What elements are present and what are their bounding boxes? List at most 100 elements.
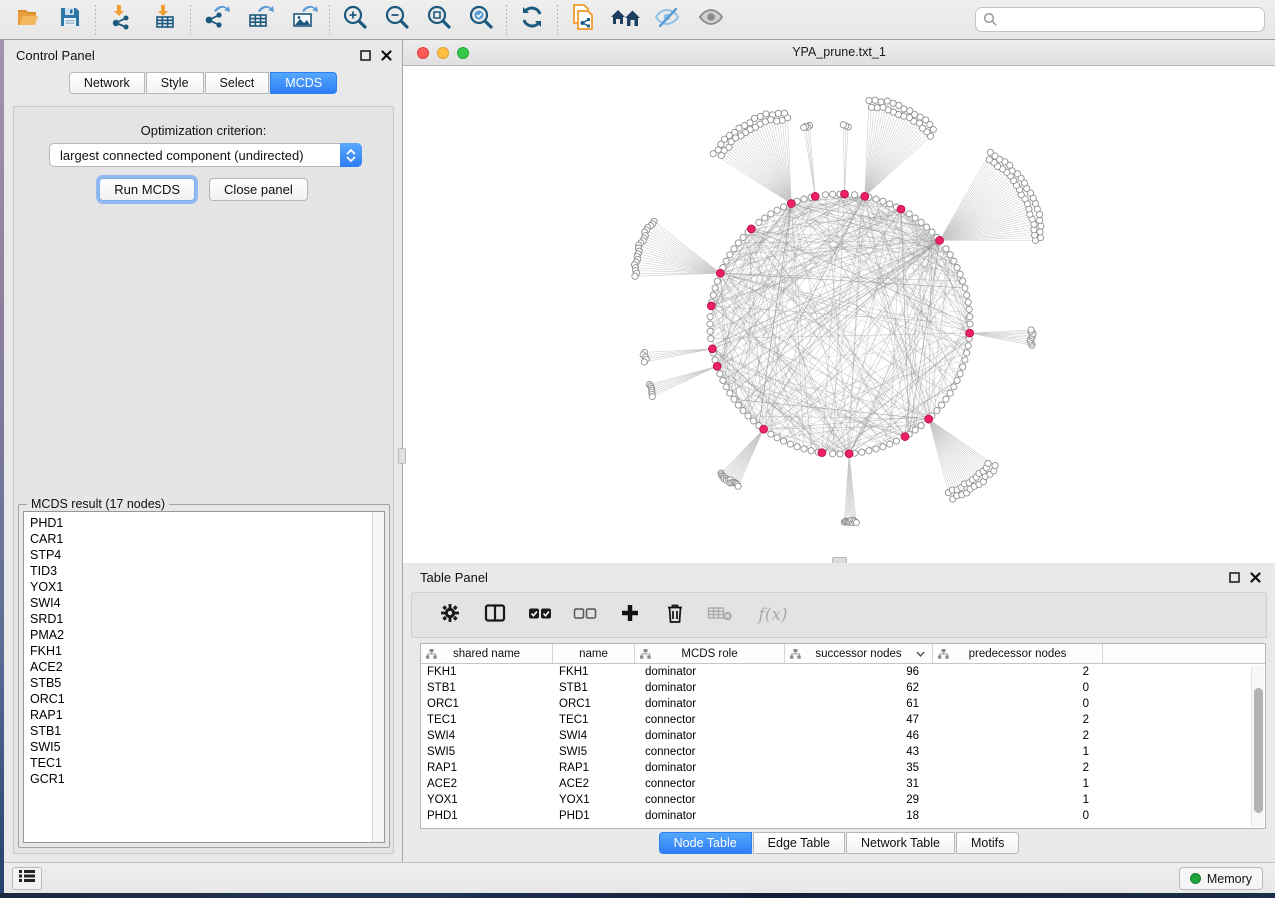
network-node[interactable]: [962, 285, 968, 291]
close-panel-button[interactable]: Close panel: [209, 178, 308, 201]
zoom-in-button[interactable]: [337, 3, 373, 37]
network-window-titlebar[interactable]: YPA_prune.txt_1: [403, 40, 1275, 66]
network-node[interactable]: [774, 207, 780, 213]
tab-network[interactable]: Network: [69, 72, 145, 94]
network-node[interactable]: [934, 408, 940, 414]
network-node[interactable]: [924, 224, 930, 230]
network-node[interactable]: [768, 211, 774, 217]
network-mcds-hub-node[interactable]: [861, 193, 869, 201]
table-row-STB1[interactable]: STB1STB1dominator620: [421, 680, 1265, 696]
network-node[interactable]: [735, 402, 741, 408]
table-scrollbar-thumb[interactable]: [1254, 688, 1263, 813]
table-row-TEC1[interactable]: TEC1TEC1connector472: [421, 712, 1265, 728]
show-columns-button[interactable]: [481, 598, 509, 632]
network-node[interactable]: [731, 396, 737, 402]
network-leaf-node[interactable]: [735, 483, 741, 489]
task-history-button[interactable]: [12, 867, 42, 890]
export-image-button[interactable]: [286, 3, 322, 37]
network-leaf-node[interactable]: [985, 460, 991, 466]
tab-mcds[interactable]: MCDS: [270, 72, 337, 94]
open-file-button[interactable]: [10, 3, 46, 37]
network-node[interactable]: [787, 441, 793, 447]
table-settings-button[interactable]: [436, 598, 464, 632]
network-node[interactable]: [880, 444, 886, 450]
add-column-button[interactable]: [616, 598, 644, 632]
network-node[interactable]: [906, 211, 912, 217]
network-mcds-hub-node[interactable]: [936, 237, 944, 245]
tab-edge-table[interactable]: Edge Table: [753, 832, 845, 854]
network-node[interactable]: [965, 299, 971, 305]
network-node[interactable]: [837, 451, 843, 457]
network-node[interactable]: [731, 246, 737, 252]
mcds-result-item[interactable]: SWI4: [30, 595, 384, 611]
network-node[interactable]: [720, 377, 726, 383]
network-node[interactable]: [710, 292, 716, 298]
network-node[interactable]: [866, 448, 872, 454]
network-node[interactable]: [714, 278, 720, 284]
tab-node-table[interactable]: Node Table: [659, 832, 752, 854]
network-node[interactable]: [893, 438, 899, 444]
network-node[interactable]: [951, 384, 957, 390]
network-mcds-hub-node[interactable]: [713, 362, 721, 370]
network-node[interactable]: [947, 390, 953, 396]
network-leaf-node[interactable]: [1028, 327, 1034, 333]
network-canvas[interactable]: [403, 66, 1275, 563]
network-node[interactable]: [960, 364, 966, 370]
refresh-layout-button[interactable]: [514, 3, 550, 37]
network-node[interactable]: [967, 321, 973, 327]
network-node[interactable]: [887, 201, 893, 207]
network-node[interactable]: [957, 371, 963, 377]
table-row-FKH1[interactable]: FKH1FKH1dominator962: [421, 664, 1265, 680]
memory-button[interactable]: Memory: [1179, 867, 1263, 890]
import-table-button[interactable]: [147, 3, 183, 37]
search-field[interactable]: [975, 7, 1265, 32]
clone-network-button[interactable]: [565, 3, 601, 37]
network-mcds-hub-node[interactable]: [811, 193, 819, 201]
mcds-result-item[interactable]: FKH1: [30, 643, 384, 659]
network-leaf-node[interactable]: [718, 153, 724, 159]
mcds-result-list[interactable]: PHD1CAR1STP4TID3YOX1SWI4SRD1PMA2FKH1ACE2…: [23, 511, 385, 843]
network-mcds-hub-node[interactable]: [925, 415, 933, 423]
network-node[interactable]: [717, 371, 723, 377]
network-leaf-node[interactable]: [1037, 217, 1043, 223]
mcds-result-item[interactable]: TID3: [30, 563, 384, 579]
network-node[interactable]: [964, 292, 970, 298]
network-mcds-hub-node[interactable]: [709, 345, 717, 353]
network-node[interactable]: [957, 271, 963, 277]
close-panel-icon[interactable]: [1250, 570, 1261, 588]
network-node[interactable]: [801, 196, 807, 202]
optimization-criterion-select[interactable]: largest connected component (undirected): [49, 143, 362, 167]
mcds-result-item[interactable]: TEC1: [30, 755, 384, 771]
network-node[interactable]: [965, 343, 971, 349]
network-node[interactable]: [951, 258, 957, 264]
network-node[interactable]: [966, 306, 972, 312]
mcds-result-item[interactable]: GCR1: [30, 771, 384, 787]
table-row-SWI4[interactable]: SWI4SWI4dominator462: [421, 728, 1265, 744]
zoom-out-button[interactable]: [379, 3, 415, 37]
table-scrollbar[interactable]: [1251, 666, 1264, 827]
float-panel-icon[interactable]: [1229, 570, 1240, 588]
float-panel-icon[interactable]: [360, 48, 371, 66]
vertical-splitter-grip[interactable]: [398, 448, 406, 464]
network-node[interactable]: [781, 438, 787, 444]
tab-motifs[interactable]: Motifs: [956, 832, 1019, 854]
network-leaf-node[interactable]: [992, 462, 998, 468]
network-mcds-hub-node[interactable]: [707, 302, 715, 310]
save-session-button[interactable]: [52, 3, 88, 37]
network-node[interactable]: [745, 413, 751, 419]
mcds-result-item[interactable]: RAP1: [30, 707, 384, 723]
table-row-ORC1[interactable]: ORC1ORC1dominator610: [421, 696, 1265, 712]
show-all-button[interactable]: [693, 3, 729, 37]
table-row-SWI5[interactable]: SWI5SWI5connector431: [421, 744, 1265, 760]
network-mcds-hub-node[interactable]: [901, 433, 909, 441]
network-leaf-node[interactable]: [986, 157, 992, 163]
network-node[interactable]: [964, 350, 970, 356]
column-header-successor-nodes[interactable]: successor nodes: [785, 644, 933, 663]
network-node[interactable]: [943, 246, 949, 252]
tab-network-table[interactable]: Network Table: [846, 832, 955, 854]
mcds-result-item[interactable]: STP4: [30, 547, 384, 563]
network-leaf-node[interactable]: [872, 97, 878, 103]
network-leaf-node[interactable]: [907, 108, 913, 114]
column-header-MCDS-role[interactable]: MCDS role: [635, 644, 785, 663]
network-node[interactable]: [912, 215, 918, 221]
